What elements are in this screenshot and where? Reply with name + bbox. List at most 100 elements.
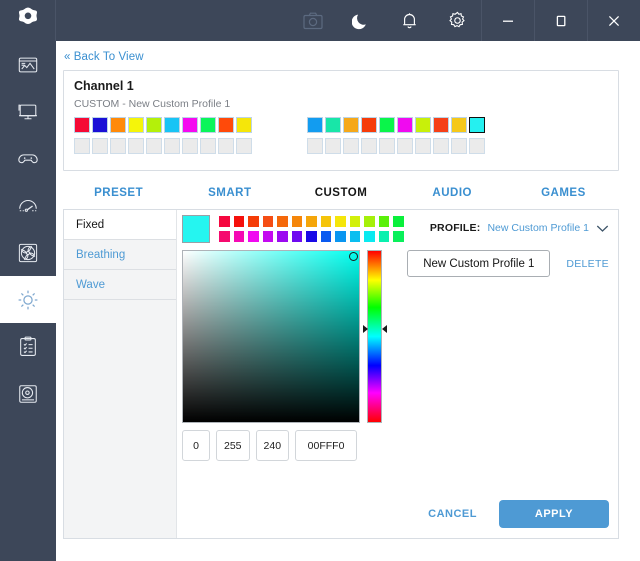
palette-color-cell[interactable] — [363, 215, 376, 228]
channel-color-swatch[interactable] — [325, 117, 341, 133]
chevron-down-icon[interactable] — [596, 224, 609, 233]
channel-color-swatch[interactable] — [146, 117, 162, 133]
tab-games[interactable]: GAMES — [508, 187, 619, 199]
sidebar-item-tasks[interactable] — [0, 323, 56, 370]
palette-color-cell[interactable] — [247, 230, 260, 243]
blue-value-field[interactable]: 240 — [255, 430, 290, 461]
red-value-field[interactable]: 0 — [182, 430, 210, 461]
palette-color-cell[interactable] — [348, 215, 361, 228]
palette-color-cell[interactable] — [319, 230, 332, 243]
palette-color-cell[interactable] — [377, 230, 390, 243]
channel-color-swatch[interactable] — [307, 117, 323, 133]
palette-color-cell[interactable] — [334, 230, 347, 243]
effect-mode-breathing[interactable]: Breathing — [64, 240, 176, 270]
tab-custom[interactable]: CUSTOM — [285, 187, 396, 199]
palette-color-cell[interactable] — [348, 230, 361, 243]
palette-color-cell[interactable] — [319, 215, 332, 228]
settings-gear-icon[interactable] — [433, 0, 481, 41]
channel-empty-swatch[interactable] — [74, 138, 90, 154]
channel-color-swatch[interactable] — [182, 117, 198, 133]
effect-mode-wave[interactable]: Wave — [64, 270, 176, 300]
palette-color-cell[interactable] — [305, 215, 318, 228]
channel-color-swatch[interactable] — [110, 117, 126, 133]
profile-value[interactable]: New Custom Profile 1 — [487, 222, 589, 234]
palette-color-cell[interactable] — [276, 230, 289, 243]
palette-color-cell[interactable] — [290, 215, 303, 228]
palette-color-cell[interactable] — [261, 230, 274, 243]
dark-mode-moon-icon[interactable] — [337, 0, 385, 41]
green-value-field[interactable]: 255 — [216, 430, 250, 461]
channel-color-swatch[interactable] — [343, 117, 359, 133]
channel-empty-swatch[interactable] — [200, 138, 216, 154]
palette-color-cell[interactable] — [363, 230, 376, 243]
channel-color-swatch[interactable] — [128, 117, 144, 133]
channel-empty-swatch[interactable] — [146, 138, 162, 154]
channel-color-swatch[interactable] — [200, 117, 216, 133]
channel-color-swatch[interactable] — [218, 117, 234, 133]
channel-empty-swatch[interactable] — [218, 138, 234, 154]
channel-empty-swatch[interactable] — [164, 138, 180, 154]
channel-color-swatch[interactable] — [92, 117, 108, 133]
channel-empty-swatch[interactable] — [379, 138, 395, 154]
channel-empty-swatch[interactable] — [343, 138, 359, 154]
palette-color-cell[interactable] — [334, 215, 347, 228]
channel-empty-swatch[interactable] — [236, 138, 252, 154]
palette-color-cell[interactable] — [232, 215, 245, 228]
channel-empty-swatch[interactable] — [397, 138, 413, 154]
channel-empty-swatch[interactable] — [182, 138, 198, 154]
sidebar-item-cooling[interactable] — [0, 229, 56, 276]
tab-smart[interactable]: SMART — [174, 187, 285, 199]
delete-profile-button[interactable]: DELETE — [566, 258, 609, 270]
channel-empty-swatch[interactable] — [469, 138, 485, 154]
sidebar-item-home[interactable] — [0, 41, 56, 88]
channel-color-swatch[interactable] — [236, 117, 252, 133]
channel-empty-swatch[interactable] — [307, 138, 323, 154]
palette-color-cell[interactable] — [392, 230, 405, 243]
palette-color-cell[interactable] — [247, 215, 260, 228]
close-button[interactable] — [588, 0, 640, 41]
channel-color-swatch[interactable] — [379, 117, 395, 133]
apply-button[interactable]: APPLY — [499, 500, 609, 528]
back-to-view-link[interactable]: « Back To View — [64, 51, 144, 63]
sidebar-item-storage[interactable] — [0, 370, 56, 417]
palette-color-cell[interactable] — [218, 230, 231, 243]
palette-color-cell[interactable] — [261, 215, 274, 228]
palette-color-cell[interactable] — [305, 230, 318, 243]
sidebar-item-performance[interactable] — [0, 182, 56, 229]
hex-value-field[interactable]: 00FFF0 — [295, 430, 358, 461]
sidebar-item-lighting[interactable] — [0, 276, 56, 323]
channel-empty-swatch[interactable] — [361, 138, 377, 154]
channel-color-swatch[interactable] — [433, 117, 449, 133]
palette-color-cell[interactable] — [218, 215, 231, 228]
cancel-button[interactable]: CANCEL — [418, 502, 487, 526]
channel-empty-swatch[interactable] — [128, 138, 144, 154]
channel-empty-swatch[interactable] — [451, 138, 467, 154]
palette-color-cell[interactable] — [290, 230, 303, 243]
channel-empty-swatch[interactable] — [110, 138, 126, 154]
sidebar-item-system[interactable] — [0, 88, 56, 135]
sidebar-item-games[interactable] — [0, 135, 56, 182]
channel-empty-swatch[interactable] — [325, 138, 341, 154]
palette-color-cell[interactable] — [276, 215, 289, 228]
hue-slider[interactable] — [367, 250, 382, 423]
notifications-bell-icon[interactable] — [385, 0, 433, 41]
tab-preset[interactable]: PRESET — [63, 187, 174, 199]
palette-color-cell[interactable] — [392, 215, 405, 228]
screenshot-camera-icon[interactable] — [289, 0, 337, 41]
palette-color-cell[interactable] — [377, 215, 390, 228]
minimize-button[interactable] — [482, 0, 535, 41]
tab-audio[interactable]: AUDIO — [397, 187, 508, 199]
channel-color-swatch[interactable] — [469, 117, 485, 133]
saturation-value-box[interactable] — [182, 250, 360, 423]
channel-color-swatch[interactable] — [164, 117, 180, 133]
channel-empty-swatch[interactable] — [92, 138, 108, 154]
channel-empty-swatch[interactable] — [433, 138, 449, 154]
effect-mode-fixed[interactable]: Fixed — [64, 210, 176, 240]
profile-name-input[interactable]: New Custom Profile 1 — [407, 250, 551, 277]
channel-color-swatch[interactable] — [415, 117, 431, 133]
maximize-button[interactable] — [535, 0, 588, 41]
channel-color-swatch[interactable] — [397, 117, 413, 133]
channel-empty-swatch[interactable] — [415, 138, 431, 154]
palette-color-cell[interactable] — [232, 230, 245, 243]
color-preview-swatch[interactable] — [182, 215, 210, 243]
